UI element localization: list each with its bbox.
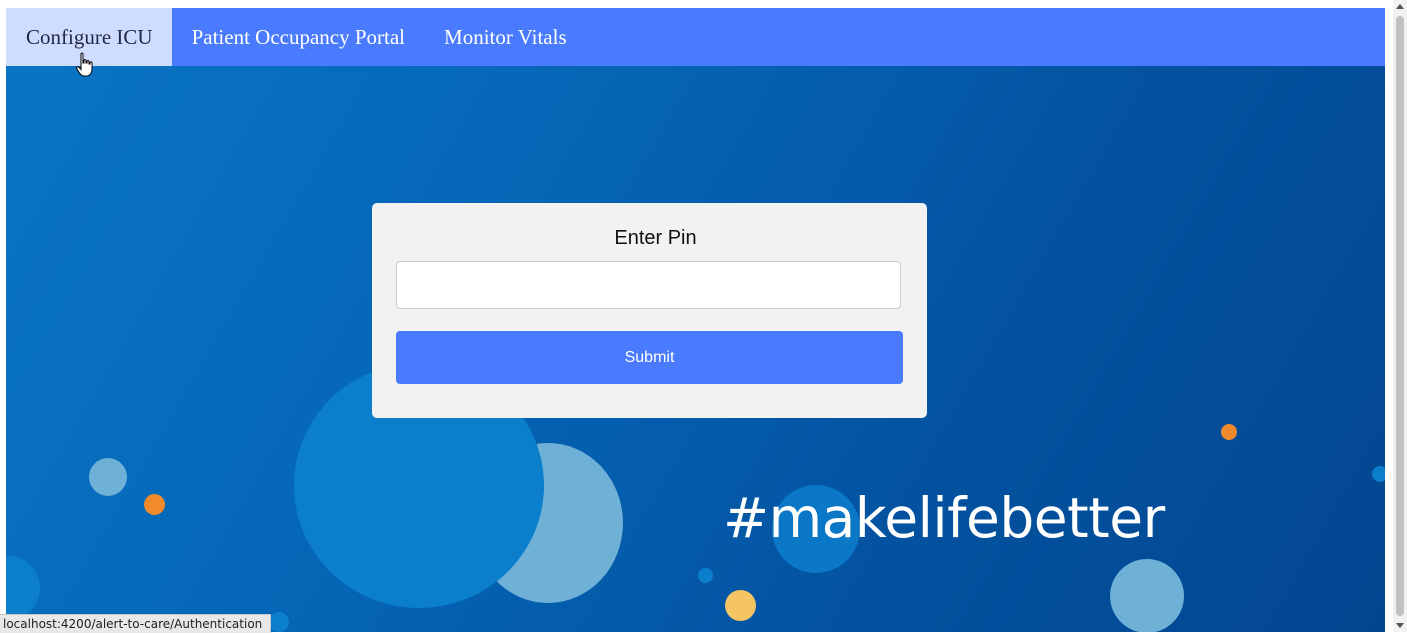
nav-monitor-vitals[interactable]: Monitor Vitals xyxy=(424,8,586,66)
decorative-bubble xyxy=(269,612,289,632)
enter-pin-title: Enter Pin xyxy=(614,227,697,249)
decorative-bubble xyxy=(144,494,165,515)
makelifebetter-tagline: #makelifebetter xyxy=(723,486,1165,550)
decorative-bubble xyxy=(89,458,127,496)
decorative-bubble xyxy=(6,556,40,620)
top-navbar: Configure ICU Patient Occupancy Portal M… xyxy=(6,8,1385,66)
decorative-bubble xyxy=(698,568,713,583)
vertical-scrollbar[interactable] xyxy=(1393,0,1407,632)
scroll-down-arrow-icon[interactable] xyxy=(1396,623,1404,628)
nav-patient-occupancy-portal[interactable]: Patient Occupancy Portal xyxy=(172,8,424,66)
enter-pin-card: Enter Pin Submit xyxy=(372,203,927,418)
scroll-thumb[interactable] xyxy=(1396,16,1404,616)
decorative-bubble xyxy=(725,590,756,621)
decorative-bubble xyxy=(1110,559,1184,632)
scroll-up-arrow-icon[interactable] xyxy=(1396,4,1404,9)
status-bar-url: localhost:4200/alert-to-care/Authenticat… xyxy=(0,614,272,633)
pin-input[interactable] xyxy=(396,261,901,309)
page-viewport: Configure ICU Patient Occupancy Portal M… xyxy=(6,8,1385,632)
decorative-bubble xyxy=(1372,466,1385,482)
submit-button[interactable]: Submit xyxy=(396,331,903,384)
hand-pointer-cursor-icon xyxy=(76,52,93,77)
decorative-bubble xyxy=(1221,424,1237,440)
